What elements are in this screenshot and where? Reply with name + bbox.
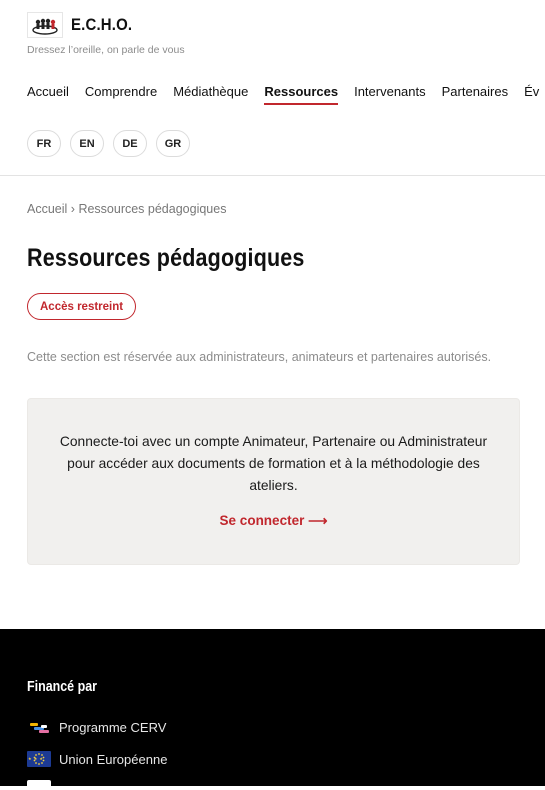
main-nav: Accueil Comprendre Médiathèque Ressource… (27, 84, 545, 105)
nav-item-comprendre[interactable]: Comprendre (85, 84, 157, 105)
site-title: E.C.H.O. (71, 15, 133, 34)
nav-item-accueil[interactable]: Accueil (27, 84, 69, 105)
funded-by-heading: Financé par (27, 679, 97, 695)
nav-item-intervenants[interactable]: Intervenants (354, 84, 426, 105)
breadcrumb: Accueil › Ressources pédagogiques (27, 202, 226, 216)
nav-item-evenements[interactable]: Év (524, 84, 539, 105)
page-title: Ressources pédagogiques (27, 244, 305, 272)
eu-flag-icon (27, 751, 51, 767)
breadcrumb-current: Ressources pédagogiques (78, 202, 227, 216)
lang-button-en[interactable]: EN (70, 130, 104, 157)
funder-cerv[interactable]: Programme CERV (27, 719, 166, 735)
lang-button-fr[interactable]: FR (27, 130, 61, 157)
site-header: E.C.H.O. Dressez l’oreille, on parle de … (0, 0, 545, 176)
nav-item-partenaires[interactable]: Partenaires (442, 84, 508, 105)
site-tagline: Dressez l’oreille, on parle de vous (27, 44, 185, 56)
site-footer: Financé par Programme CERV Union Europée… (0, 629, 545, 790)
funder-eu[interactable]: Union Européenne (27, 751, 167, 767)
breadcrumb-separator: › (70, 202, 75, 216)
nav-item-ressources[interactable]: Ressources (264, 84, 338, 105)
people-circle-logo-icon (27, 12, 63, 38)
site-logo-link[interactable]: E.C.H.O. (27, 12, 141, 38)
breadcrumb-home-link[interactable]: Accueil (27, 202, 67, 216)
language-switcher: FR EN DE GR (27, 130, 199, 157)
page-description: Cette section est réservée aux administr… (27, 349, 492, 364)
funder-label: Union Européenne (59, 751, 168, 767)
funder-label: Programme CERV (59, 719, 167, 735)
login-link[interactable]: Se connecter ⟶ (28, 513, 519, 529)
lang-button-de[interactable]: DE (113, 130, 147, 157)
login-required-message: Connecte-toi avec un compte Animateur, P… (59, 434, 488, 493)
lang-button-gr[interactable]: GR (156, 130, 190, 157)
partner-logo-icon (27, 780, 51, 790)
login-required-card: Connecte-toi avec un compte Animateur, P… (27, 398, 520, 565)
nav-item-mediatheque[interactable]: Médiathèque (173, 84, 248, 105)
restricted-access-badge: Accès restreint (27, 293, 137, 320)
cerv-logo-icon (27, 719, 51, 735)
